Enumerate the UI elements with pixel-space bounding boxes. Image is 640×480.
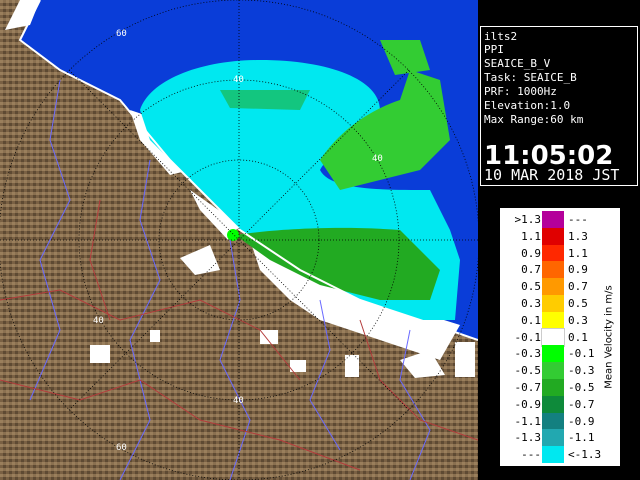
legend-row: --- <-1.3 bbox=[501, 446, 605, 464]
range-label: 40 bbox=[233, 75, 244, 85]
radar-ppi-view: 60 40 40 40 40 60 bbox=[0, 0, 478, 480]
legend-high-value: -1.1 bbox=[568, 431, 595, 445]
legend-row: -0.5 -0.3 bbox=[501, 362, 605, 380]
legend-high-value: -0.1 bbox=[568, 347, 595, 361]
range-label: 60 bbox=[116, 29, 127, 39]
legend-row: >1.3 --- bbox=[501, 211, 605, 228]
legend-high-value: 1.1 bbox=[568, 246, 588, 260]
legend-low-value: -0.9 bbox=[514, 397, 542, 411]
legend-high-value: --- bbox=[568, 213, 588, 226]
station-name: ilts2 bbox=[484, 30, 518, 43]
legend-high-value: -0.5 bbox=[568, 381, 595, 394]
radar-info-panel: ilts2 PPI SEAICE_B_V Task: SEAICE_B PRF:… bbox=[480, 26, 638, 186]
legend-row: 0.9 1.1 bbox=[501, 244, 605, 262]
legend-color-swatch bbox=[542, 446, 564, 464]
legend-color-swatch bbox=[542, 362, 564, 380]
legend-title-text: Mean Velocity in m/s bbox=[603, 285, 615, 389]
legend-high-value: 1.3 bbox=[568, 229, 588, 243]
legend-title: Mean Velocity in m/s bbox=[601, 209, 617, 465]
legend-low-value: 0.3 bbox=[521, 297, 541, 310]
legend-low-value: 0.5 bbox=[521, 280, 541, 294]
range-label: 60 bbox=[116, 443, 127, 453]
legend-low-value: -0.3 bbox=[514, 347, 542, 361]
legend-color-swatch bbox=[542, 311, 564, 329]
legend-color-swatch bbox=[542, 395, 564, 413]
task-name: Task: SEAICE_B bbox=[484, 71, 577, 84]
legend-row: -1.1 -0.9 bbox=[501, 412, 605, 430]
product-name: SEAICE_B_V bbox=[484, 57, 551, 70]
legend-color-swatch bbox=[542, 227, 564, 245]
legend-row: 0.7 0.9 bbox=[501, 261, 605, 279]
legend-row: 1.1 1.3 bbox=[501, 227, 605, 245]
max-range-value: Max Range:60 km bbox=[484, 113, 584, 126]
legend-low-value: >1.3 bbox=[514, 213, 542, 226]
legend-color-swatch bbox=[542, 379, 564, 396]
legend-low-value: -0.1 bbox=[514, 330, 542, 344]
legend-row: 0.1 0.3 bbox=[501, 311, 605, 329]
elevation-value: Elevation:1.0 bbox=[484, 99, 571, 112]
legend-color-swatch bbox=[542, 429, 564, 447]
legend-row: 0.3 0.5 bbox=[501, 295, 605, 312]
legend-low-value: 0.9 bbox=[521, 246, 541, 260]
range-label: 40 bbox=[372, 154, 383, 164]
legend-high-value: 0.7 bbox=[568, 280, 588, 294]
legend-high-value: 0.9 bbox=[568, 263, 588, 277]
legend-low-value: --- bbox=[521, 448, 541, 462]
velocity-legend: >1.3 --- 1.1 1.3 0.9 1.1 0.7 0.9 0.5 0.7 0.3 0.5 0.1… bbox=[500, 208, 620, 466]
legend-high-value: 0.5 bbox=[568, 297, 588, 310]
legend-row: -0.1 0.1 bbox=[501, 327, 605, 347]
legend-high-value: -0.3 bbox=[568, 364, 595, 378]
legend-high-value: -0.7 bbox=[568, 397, 595, 411]
prf-value: PRF: 1000Hz bbox=[484, 85, 557, 98]
legend-color-swatch bbox=[542, 278, 564, 296]
legend-color-swatch bbox=[542, 295, 564, 312]
scan-date: 10 MAR 2018 JST bbox=[484, 166, 620, 184]
legend-color-swatch bbox=[542, 244, 564, 262]
legend-low-value: -1.3 bbox=[514, 431, 542, 445]
legend-row: -0.3 -0.1 bbox=[501, 345, 605, 363]
legend-high-value: 0.3 bbox=[568, 313, 588, 327]
legend-high-value: <-1.3 bbox=[568, 448, 602, 462]
legend-low-value: 1.1 bbox=[521, 229, 541, 243]
legend-high-value: -0.9 bbox=[568, 414, 595, 428]
legend-row: -1.3 -1.1 bbox=[501, 429, 605, 447]
legend-low-value: 0.7 bbox=[521, 263, 541, 277]
range-label: 40 bbox=[93, 316, 104, 326]
legend-color-swatch bbox=[542, 412, 564, 430]
legend-color-swatch bbox=[542, 211, 564, 228]
legend-low-value: -0.5 bbox=[514, 364, 542, 378]
legend-low-value: -1.1 bbox=[514, 414, 542, 428]
legend-color-swatch bbox=[542, 261, 564, 279]
legend-row: -0.9 -0.7 bbox=[501, 395, 605, 413]
legend-low-value: 0.1 bbox=[521, 313, 541, 327]
scan-mode: PPI bbox=[484, 43, 504, 56]
range-label: 40 bbox=[233, 396, 244, 406]
legend-color-swatch bbox=[541, 327, 565, 347]
legend-row: -0.7 -0.5 bbox=[501, 379, 605, 396]
legend-row: 0.5 0.7 bbox=[501, 278, 605, 296]
legend-low-value: -0.7 bbox=[514, 381, 542, 394]
legend-high-value: 0.1 bbox=[568, 330, 588, 344]
legend-color-swatch bbox=[542, 345, 564, 363]
